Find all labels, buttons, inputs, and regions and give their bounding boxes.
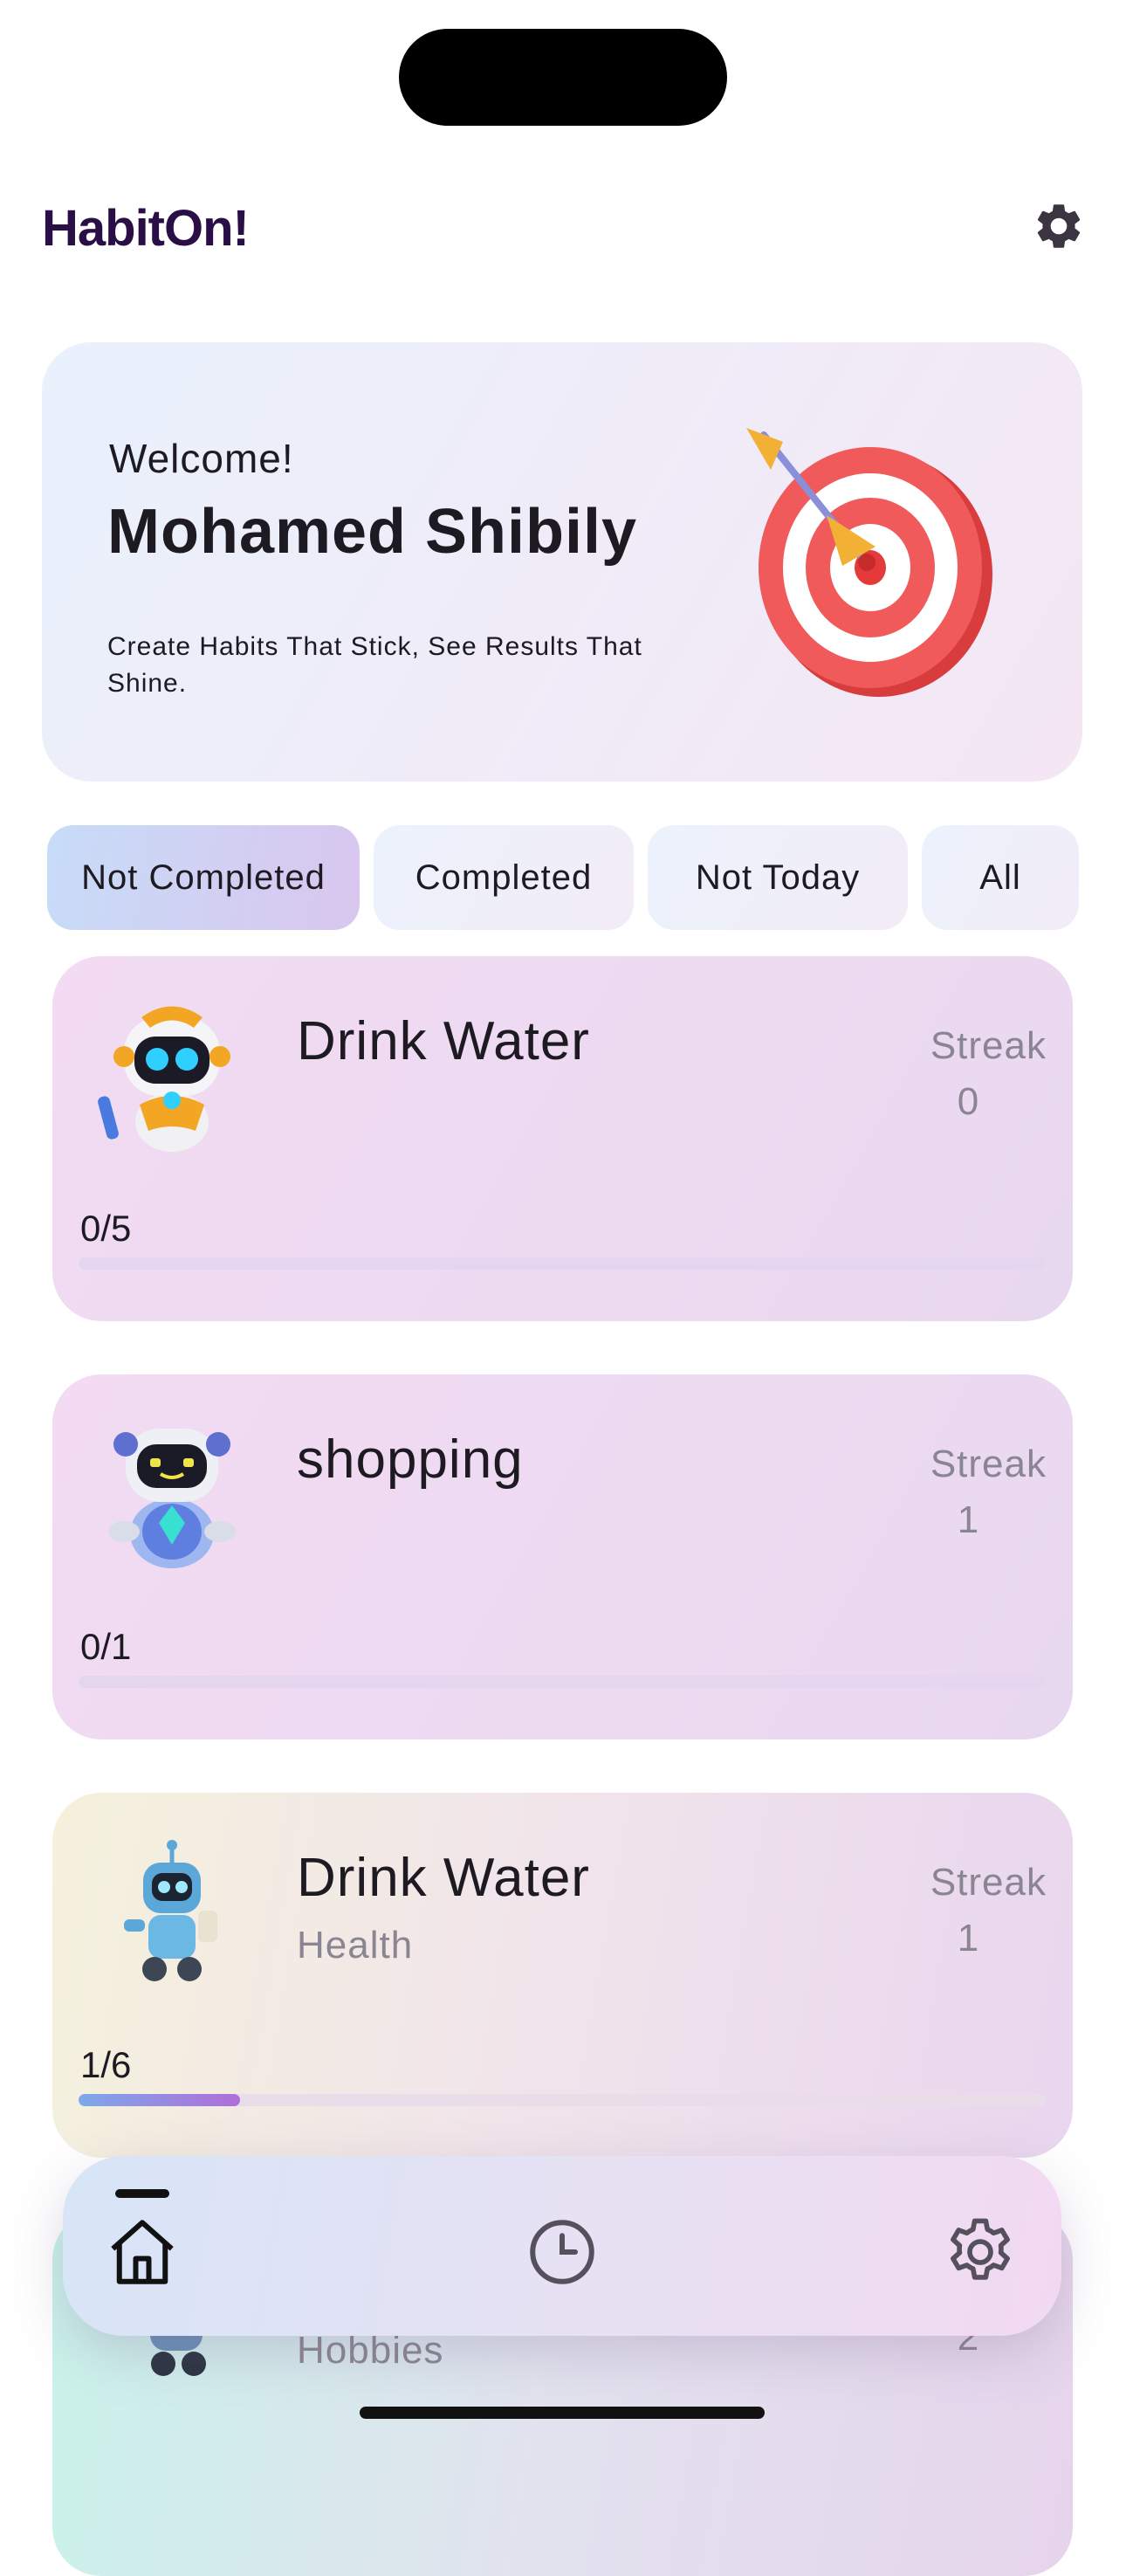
progress-fill xyxy=(79,2094,240,2106)
filter-tab-all[interactable]: All xyxy=(922,825,1079,930)
robot-avatar-icon xyxy=(89,1828,255,1994)
bottom-nav-bar xyxy=(63,2156,1061,2336)
habit-name: Drink Water xyxy=(297,1011,590,1071)
user-name: Mohamed Shibily xyxy=(107,497,638,567)
home-icon[interactable] xyxy=(103,2213,182,2291)
active-tab-indicator xyxy=(115,2189,169,2198)
dynamic-island xyxy=(399,29,727,126)
streak-value: 1 xyxy=(957,1498,979,1541)
gear-icon[interactable] xyxy=(941,2213,1020,2291)
progress-text: 0/5 xyxy=(80,1208,132,1249)
habit-name: Drink Water xyxy=(297,1848,590,1908)
progress-bar xyxy=(79,1257,1046,1270)
progress-bar xyxy=(79,2094,1046,2106)
streak-value: 1 xyxy=(957,1917,979,1960)
welcome-tagline: Create Habits That Stick, See Results Th… xyxy=(107,632,642,698)
welcome-greeting: Welcome! xyxy=(109,436,294,481)
robot-avatar-icon xyxy=(89,991,255,1157)
streak-label: Streak xyxy=(930,1024,1047,1067)
habit-card[interactable]: shopping Streak 1 0/1 xyxy=(52,1374,1073,1739)
habit-category: Health xyxy=(297,1924,414,1966)
app-title: HabitOn! xyxy=(42,200,250,257)
home-indicator xyxy=(360,2407,765,2419)
clock-icon[interactable] xyxy=(523,2213,601,2291)
streak-label: Streak xyxy=(930,1443,1047,1485)
progress-bar xyxy=(79,1676,1046,1688)
target-illustration xyxy=(729,417,999,706)
streak-value: 0 xyxy=(957,1080,979,1123)
filter-tab-completed[interactable]: Completed xyxy=(374,825,634,930)
progress-text: 1/6 xyxy=(80,2044,132,2085)
filter-tab-not-completed[interactable]: Not Completed xyxy=(47,825,360,930)
robot-avatar-icon xyxy=(89,1409,255,1575)
habit-card[interactable]: Drink Water Health Streak 1 1/6 xyxy=(52,1793,1073,2158)
habit-card[interactable]: Drink Water Streak 0 0/5 xyxy=(52,956,1073,1321)
streak-label: Streak xyxy=(930,1861,1047,1904)
habit-name: shopping xyxy=(297,1429,524,1490)
progress-text: 0/1 xyxy=(80,1626,132,1667)
filter-tab-not-today[interactable]: Not Today xyxy=(648,825,908,930)
settings-gear-icon[interactable] xyxy=(1032,199,1086,253)
